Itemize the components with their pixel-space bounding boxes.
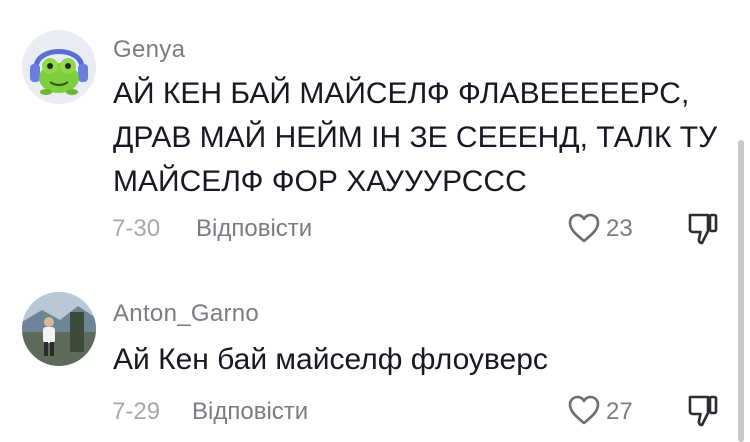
cartoon-frog-headphones-icon xyxy=(22,30,96,104)
comment-item: Anton_Garno Ай Кен бай майселф флоуверс … xyxy=(0,262,750,442)
thumbs-down-icon[interactable] xyxy=(686,393,720,429)
comment-username[interactable]: Anton_Garno xyxy=(113,300,259,328)
scrollbar[interactable] xyxy=(738,140,744,442)
comment-item: Genya АЙ КЕН БАЙ МАЙСЕЛФ ФЛАВЕЕЕЕЕРС, ДР… xyxy=(0,0,750,262)
user-avatar[interactable] xyxy=(22,30,96,104)
heart-outline-icon[interactable] xyxy=(567,212,601,244)
comment-date: 7-30 xyxy=(112,215,161,242)
like-count: 27 xyxy=(606,398,633,425)
reply-button[interactable]: Відповісти xyxy=(192,398,308,426)
person-photo-icon xyxy=(22,292,96,366)
heart-outline-icon[interactable] xyxy=(567,394,601,426)
reply-button[interactable]: Відповісти xyxy=(196,215,312,243)
comment-date: 7-29 xyxy=(112,398,161,425)
thumbs-down-icon[interactable] xyxy=(686,211,720,247)
user-avatar[interactable] xyxy=(22,292,96,366)
comment-text: АЙ КЕН БАЙ МАЙСЕЛФ ФЛАВЕЕЕЕЕРС, ДРАВ МАЙ… xyxy=(113,77,718,198)
like-count: 23 xyxy=(606,215,633,242)
comment-text: Ай Кен бай майселф флоуверс xyxy=(113,343,548,376)
comment-username[interactable]: Genya xyxy=(113,36,185,64)
